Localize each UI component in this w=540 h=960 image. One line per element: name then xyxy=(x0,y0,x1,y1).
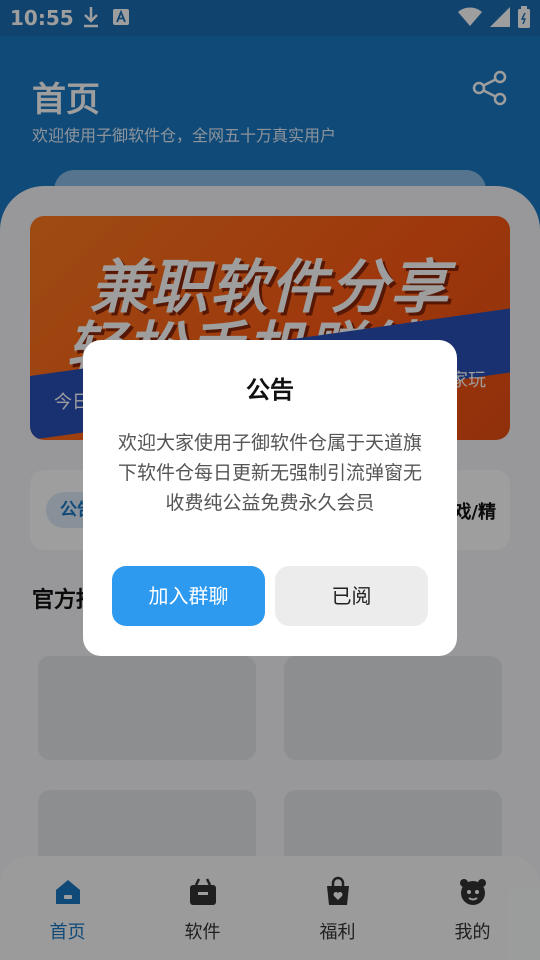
join-group-button[interactable]: 加入群聊 xyxy=(112,566,265,626)
dialog-title: 公告 xyxy=(246,376,294,404)
dialog-body: 欢迎大家使用子御软件仓属于天道旗下软件仓每日更新无强制引流弹窗无收费纯公益免费永… xyxy=(117,432,422,514)
acknowledge-button[interactable]: 已阅 xyxy=(275,566,428,626)
announcement-dialog: 公告 欢迎大家使用子御软件仓属于天道旗下软件仓每日更新无强制引流弹窗无收费纯公益… xyxy=(83,340,457,656)
